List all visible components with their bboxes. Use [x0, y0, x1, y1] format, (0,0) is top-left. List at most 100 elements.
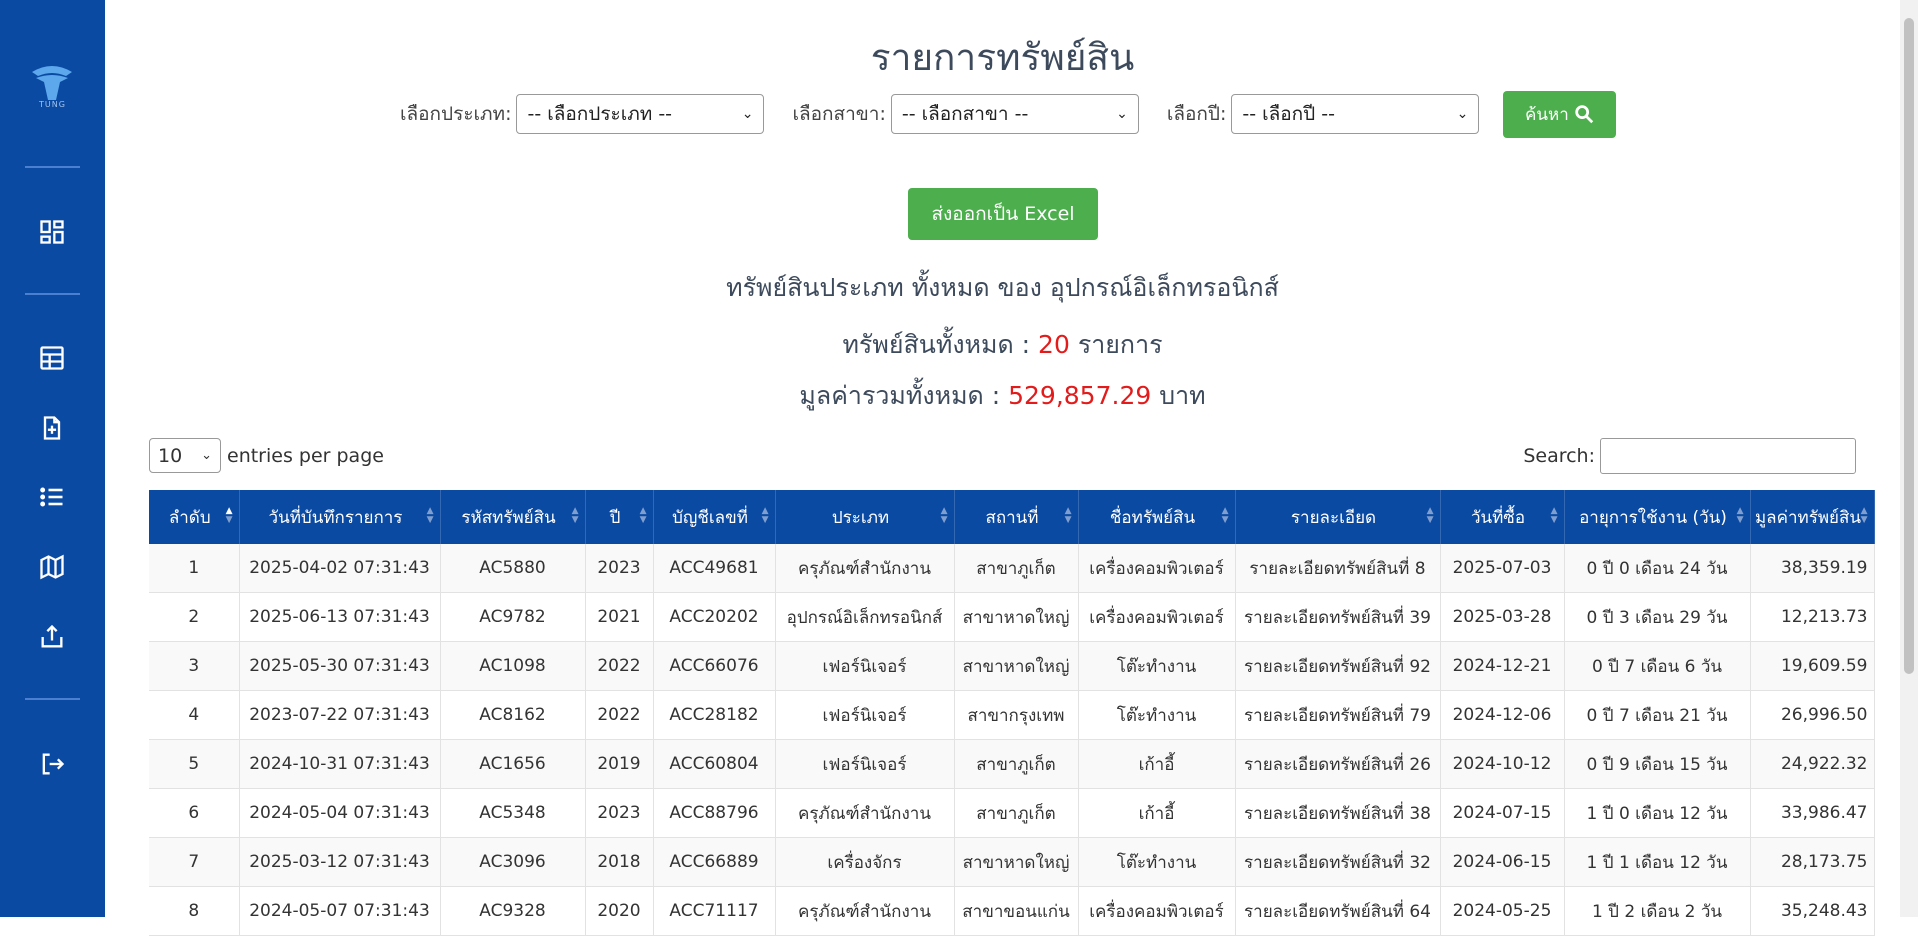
table-cell: 26,996.50 [1750, 690, 1875, 740]
column-header[interactable]: ประเภท ▲ ▼ [775, 490, 955, 544]
summary-heading: ทรัพย์สินประเภท ทั้งหมด ของ อุปกรณ์อิเล็… [726, 273, 1279, 302]
list-icon[interactable] [38, 483, 66, 511]
table-cell: สาขาหาดใหญ่ [954, 592, 1079, 642]
branch-select[interactable]: -- เลือกสาขา -- ⌄ [890, 94, 1139, 134]
upload-icon[interactable] [38, 623, 66, 651]
table-cell: ครุภัณฑ์สำนักงาน [775, 788, 955, 838]
table-row[interactable]: 5 2024-10-31 07:31:43 AC1656 2019 ACC60804 เฟ… [149, 739, 1875, 789]
column-header[interactable]: มูลค่าทรัพย์สิน ▲ ▼ [1750, 490, 1875, 544]
table-row[interactable]: 8 2024-05-07 07:31:43 AC9328 2020 ACC71117 คร… [149, 886, 1875, 936]
logo-text: TUNG [39, 100, 66, 109]
page-title: รายการทรัพย์สิน [870, 36, 1135, 79]
table-cell: 2024-07-15 [1440, 788, 1565, 838]
column-header[interactable]: ปี ▲ ▼ [585, 490, 654, 544]
table-cell: 2020 [585, 886, 654, 936]
table-cell: 19,609.59 [1750, 641, 1875, 691]
logout-icon[interactable] [38, 750, 66, 778]
table-cell: 0 ปี 7 เดือน 6 วัน [1564, 641, 1751, 691]
table-body: 1 2025-04-02 07:31:43 AC5880 2023 ACC49681 คร… [149, 544, 1875, 936]
column-header[interactable]: บัญชีเลขที่ ▲ ▼ [653, 490, 776, 544]
column-header-label: ลำดับ [168, 507, 211, 528]
column-header[interactable]: ชื่อทรัพย์สิน ▲ ▼ [1078, 490, 1236, 544]
table-cell: 0 ปี 0 เดือน 24 วัน [1564, 544, 1751, 593]
year-select[interactable]: -- เลือกปี -- ⌄ [1231, 94, 1480, 134]
total-value-amount: 529,857.29 [1008, 381, 1152, 410]
table-cell: ACC66889 [653, 837, 776, 887]
table-cell: 1 [149, 544, 240, 593]
table-cell: 2025-06-13 07:31:43 [239, 592, 441, 642]
table-cell: 2023 [585, 544, 654, 593]
type-select[interactable]: -- เลือกประเภท -- ⌄ [516, 94, 765, 134]
table-cell: 33,986.47 [1750, 788, 1875, 838]
page-size-select[interactable]: 10 ⌄ [149, 438, 221, 473]
sort-icon: ▲ ▼ [1064, 506, 1072, 525]
export-excel-button[interactable]: ส่งออกเป็น Excel [908, 188, 1098, 240]
table-cell: เก้าอี้ [1078, 788, 1236, 838]
table-cell: 2025-07-03 [1440, 544, 1565, 593]
table-cell: 2 [149, 592, 240, 642]
table-cell: AC5348 [440, 788, 586, 838]
table-cell: เครื่องจักร [775, 837, 955, 887]
table-row[interactable]: 3 2025-05-30 07:31:43 AC1098 2022 ACC66076 เฟ… [149, 641, 1875, 691]
search-button[interactable]: ค้นหา [1503, 90, 1617, 138]
add-document-icon[interactable] [38, 414, 66, 442]
table-cell: 3 [149, 641, 240, 691]
table-cell: 2024-10-12 [1440, 739, 1565, 789]
total-count-value: 20 [1038, 330, 1070, 359]
total-value-prefix: มูลค่ารวมทั้งหมด : [799, 381, 1001, 410]
dashboard-icon[interactable] [38, 218, 66, 246]
page-scrollbar[interactable] [1900, 0, 1918, 917]
column-header[interactable]: อายุการใช้งาน (วัน) ▲ ▼ [1564, 490, 1751, 544]
column-header-label: รหัสทรัพย์สิน [461, 507, 556, 528]
table-cell: สาขาภูเก็ต [954, 544, 1079, 593]
table-cell: ACC49681 [653, 544, 776, 593]
sidebar-divider [25, 698, 80, 700]
table-cell: 0 ปี 9 เดือน 15 วัน [1564, 739, 1751, 789]
table-cell: AC9328 [440, 886, 586, 936]
sort-icon: ▲ ▼ [639, 506, 647, 525]
table-row[interactable]: 1 2025-04-02 07:31:43 AC5880 2023 ACC49681 คร… [149, 544, 1875, 593]
table-row[interactable]: 4 2023-07-22 07:31:43 AC8162 2022 ACC28182 เฟ… [149, 690, 1875, 740]
table-cell: สาขาภูเก็ต [954, 788, 1079, 838]
sidebar: TUNG [0, 0, 105, 917]
table-row[interactable]: 6 2024-05-04 07:31:43 AC5348 2023 ACC88796 คร… [149, 788, 1875, 838]
column-header[interactable]: วันที่ซื้อ ▲ ▼ [1440, 490, 1565, 544]
table-cell: 7 [149, 837, 240, 887]
table-cell: เครื่องคอมพิวเตอร์ [1078, 886, 1236, 936]
column-header-label: วันที่ซื้อ [1470, 507, 1526, 528]
column-header[interactable]: วันที่บันทึกรายการ ▲ ▼ [239, 490, 441, 544]
column-header[interactable]: รายละเอียด ▲ ▼ [1235, 490, 1441, 544]
table-cell: รายละเอียดทรัพย์สินที่ 38 [1235, 788, 1441, 838]
search-icon [1575, 105, 1593, 124]
table-cell: 2025-05-30 07:31:43 [239, 641, 441, 691]
column-header[interactable]: รหัสทรัพย์สิน ▲ ▼ [440, 490, 586, 544]
total-value-line: มูลค่ารวมทั้งหมด : 529,857.29 บาท [105, 376, 1900, 416]
table-cell: AC1098 [440, 641, 586, 691]
column-header-label: อายุการใช้งาน (วัน) [1579, 507, 1727, 528]
total-value-suffix: บาท [1159, 381, 1206, 410]
table-cell: ACC60804 [653, 739, 776, 789]
assets-table: ลำดับ ▲ ▼ วันที่บันทึกรายการ ▲ ▼ รหัสทรัพย์สิน… [149, 490, 1875, 936]
table-row[interactable]: 7 2025-03-12 07:31:43 AC3096 2018 ACC66889 เค… [149, 837, 1875, 887]
column-header[interactable]: ลำดับ ▲ ▼ [149, 490, 240, 544]
table-icon[interactable] [38, 344, 66, 372]
table-cell: 2023-07-22 07:31:43 [239, 690, 441, 740]
table-cell: รายละเอียดทรัพย์สินที่ 26 [1235, 739, 1441, 789]
table-cell: 0 ปี 7 เดือน 21 วัน [1564, 690, 1751, 740]
branch-filter-label: เลือกสาขา: [792, 103, 886, 125]
year-filter-label: เลือกปี: [1166, 103, 1227, 125]
column-header[interactable]: สถานที่ ▲ ▼ [954, 490, 1079, 544]
sidebar-divider [25, 293, 80, 295]
map-icon[interactable] [38, 553, 66, 581]
table-search-input[interactable] [1600, 438, 1856, 474]
page-size-value: 10 [158, 444, 183, 467]
sort-icon: ▲ ▼ [1550, 506, 1558, 525]
column-header-label: วันที่บันทึกรายการ [268, 507, 403, 528]
total-count-prefix: ทรัพย์สินทั้งหมด : [842, 330, 1031, 359]
table-cell: 2021 [585, 592, 654, 642]
chevron-down-icon: ⌄ [201, 448, 212, 463]
scrollbar-thumb[interactable] [1904, 18, 1914, 674]
table-cell: 1 ปี 1 เดือน 12 วัน [1564, 837, 1751, 887]
table-row[interactable]: 2 2025-06-13 07:31:43 AC9782 2021 ACC20202 อุ… [149, 592, 1875, 642]
table-cell: สาขาหาดใหญ่ [954, 641, 1079, 691]
